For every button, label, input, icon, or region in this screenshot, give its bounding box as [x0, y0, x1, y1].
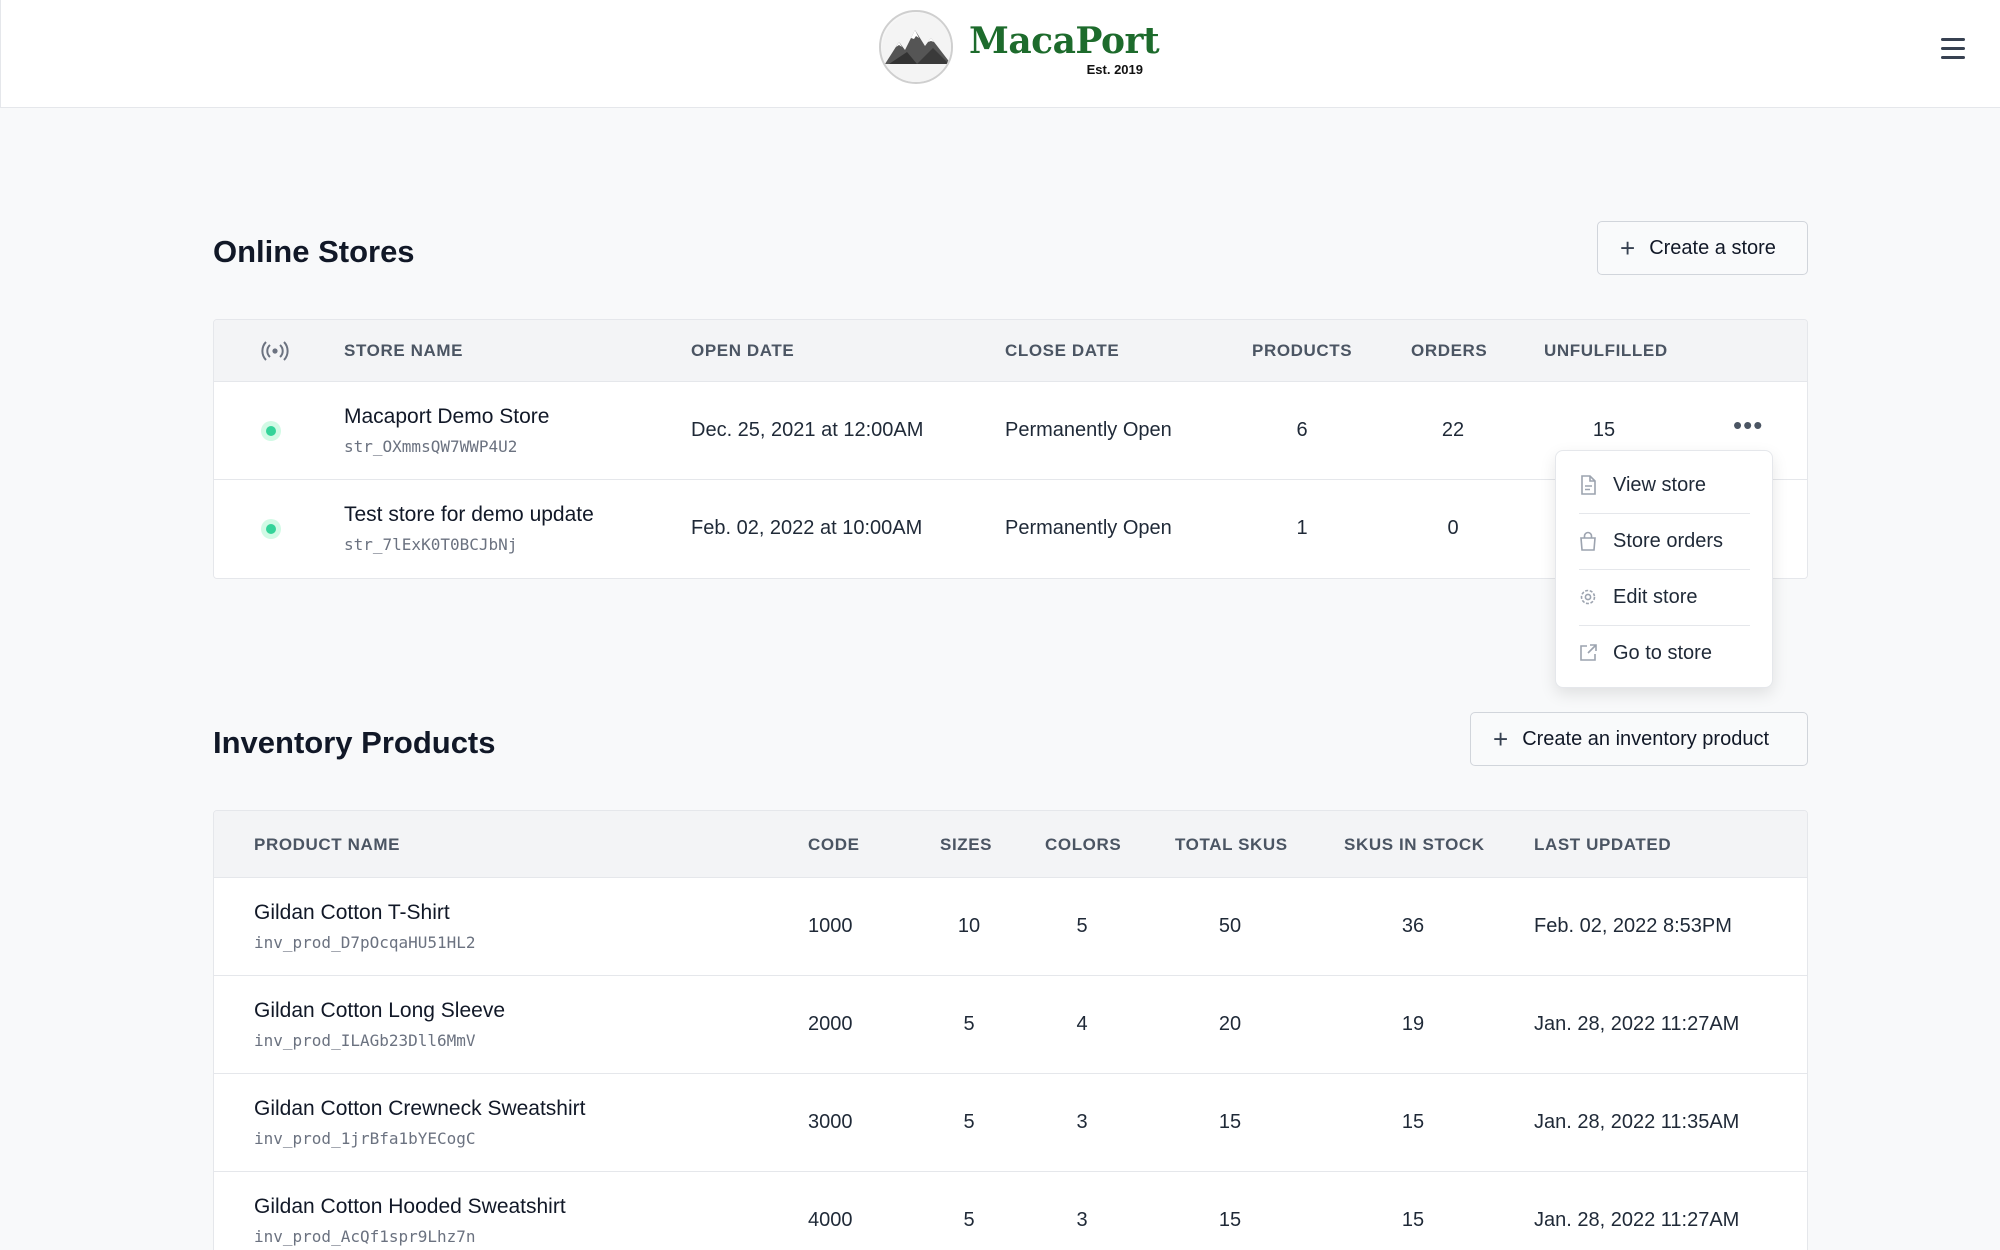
- col-sizes[interactable]: SIZES: [940, 811, 992, 878]
- product-code: 3000: [808, 1111, 853, 1133]
- edit-store-label: Edit store: [1613, 585, 1698, 608]
- products-count: 6: [1296, 419, 1308, 441]
- product-id: inv_prod_1jrBfa1bYECogC: [254, 1129, 476, 1148]
- col-code[interactable]: CODE: [808, 811, 860, 878]
- skus-in-stock-count: 15: [1401, 1111, 1425, 1133]
- hamburger-menu-icon[interactable]: [1941, 38, 1973, 64]
- product-id: inv_prod_ILAGb23Dll6MmV: [254, 1031, 476, 1050]
- gear-icon: [1580, 589, 1596, 605]
- table-row[interactable]: Gildan Cotton T-Shirt inv_prod_D7pOcqaHU…: [214, 878, 1807, 976]
- col-store-name[interactable]: STORE NAME: [344, 320, 463, 382]
- skus-in-stock-count: 19: [1401, 1013, 1425, 1035]
- table-row[interactable]: Gildan Cotton Crewneck Sweatshirt inv_pr…: [214, 1074, 1807, 1172]
- inventory-products-table: PRODUCT NAME CODE SIZES COLORS TOTAL SKU…: [213, 810, 1808, 1250]
- open-date: Feb. 02, 2022 at 10:00AM: [691, 517, 923, 539]
- total-skus-count: 50: [1218, 915, 1242, 937]
- plus-icon: +: [1493, 724, 1509, 754]
- last-updated: Jan. 28, 2022 11:35AM: [1534, 1111, 1740, 1133]
- total-skus-count: 15: [1218, 1111, 1242, 1133]
- more-options-icon[interactable]: •••: [1733, 412, 1763, 438]
- sizes-count: 5: [963, 1013, 975, 1035]
- macaport-logo[interactable]: MacaPort Est. 2019: [879, 10, 1160, 84]
- col-total-skus[interactable]: TOTAL SKUS: [1175, 811, 1288, 878]
- colors-count: 5: [1076, 915, 1088, 937]
- table-header: STORE NAME OPEN DATE CLOSE DATE PRODUCTS…: [214, 320, 1807, 382]
- colors-count: 4: [1076, 1013, 1088, 1035]
- shopping-bag-icon: [1580, 531, 1596, 551]
- store-name[interactable]: Macaport Demo Store: [344, 405, 549, 429]
- products-count: 1: [1296, 517, 1308, 539]
- brand-established: Est. 2019: [1086, 62, 1143, 77]
- colors-count: 3: [1076, 1111, 1088, 1133]
- product-name[interactable]: Gildan Cotton Crewneck Sweatshirt: [254, 1097, 585, 1121]
- create-inventory-product-label: Create an inventory product: [1522, 727, 1769, 750]
- brand-name: MacaPort: [969, 20, 1160, 62]
- top-navbar: MacaPort Est. 2019: [0, 0, 2000, 108]
- last-updated: Jan. 28, 2022 11:27AM: [1534, 1013, 1740, 1035]
- open-date: Dec. 25, 2021 at 12:00AM: [691, 419, 924, 441]
- store-name[interactable]: Test store for demo update: [344, 503, 594, 527]
- col-last-updated[interactable]: LAST UPDATED: [1534, 811, 1671, 878]
- orders-count: 0: [1447, 517, 1459, 539]
- document-icon: [1581, 475, 1596, 495]
- total-skus-count: 20: [1218, 1013, 1242, 1035]
- sizes-count: 5: [963, 1111, 975, 1133]
- view-store-label: View store: [1613, 473, 1707, 496]
- table-row[interactable]: Gildan Cotton Long Sleeve inv_prod_ILAGb…: [214, 976, 1807, 1074]
- sizes-count: 5: [963, 1209, 975, 1231]
- colors-count: 3: [1076, 1209, 1088, 1231]
- online-stores-title: Online Stores: [213, 234, 415, 269]
- col-product-name[interactable]: PRODUCT NAME: [254, 811, 400, 878]
- status-active-icon: [261, 519, 281, 539]
- col-open-date[interactable]: OPEN DATE: [691, 320, 794, 382]
- store-orders-menu-item[interactable]: Store orders: [1556, 513, 1772, 569]
- sizes-count: 10: [957, 915, 981, 937]
- status-active-icon: [261, 421, 281, 441]
- close-date: Permanently Open: [1005, 517, 1172, 539]
- store-id: str_OXmmsQW7WWP4U2: [344, 437, 518, 456]
- col-colors[interactable]: COLORS: [1045, 811, 1121, 878]
- external-link-icon: [1580, 644, 1597, 661]
- product-code: 4000: [808, 1209, 853, 1231]
- store-orders-label: Store orders: [1613, 529, 1724, 552]
- table-header: PRODUCT NAME CODE SIZES COLORS TOTAL SKU…: [214, 811, 1807, 878]
- store-id: str_7lExK0T0BCJbNj: [344, 535, 518, 554]
- total-skus-count: 15: [1218, 1209, 1242, 1231]
- last-updated: Feb. 02, 2022 8:53PM: [1534, 915, 1732, 937]
- product-name[interactable]: Gildan Cotton Hooded Sweatshirt: [254, 1195, 566, 1219]
- logo-text: MacaPort Est. 2019: [969, 10, 1160, 84]
- inventory-products-title: Inventory Products: [213, 725, 496, 760]
- plus-icon: +: [1620, 233, 1636, 263]
- last-updated: Jan. 28, 2022 11:27AM: [1534, 1209, 1740, 1231]
- col-close-date[interactable]: CLOSE DATE: [1005, 320, 1119, 382]
- create-store-button[interactable]: + Create a store: [1597, 221, 1808, 275]
- product-id: inv_prod_D7pOcqaHU51HL2: [254, 933, 476, 952]
- product-code: 1000: [808, 915, 853, 937]
- product-name[interactable]: Gildan Cotton T-Shirt: [254, 901, 450, 925]
- skus-in-stock-count: 15: [1401, 1209, 1425, 1231]
- go-to-store-label: Go to store: [1613, 641, 1712, 664]
- col-skus-in-stock[interactable]: SKUS IN STOCK: [1344, 811, 1485, 878]
- mountain-logo-icon: [879, 10, 953, 84]
- create-store-label: Create a store: [1649, 236, 1776, 259]
- close-date: Permanently Open: [1005, 419, 1172, 441]
- skus-in-stock-count: 36: [1401, 915, 1425, 937]
- col-orders[interactable]: ORDERS: [1411, 320, 1487, 382]
- product-code: 2000: [808, 1013, 853, 1035]
- go-to-store-menu-item[interactable]: Go to store: [1556, 625, 1772, 681]
- col-unfulfilled[interactable]: UNFULFILLED: [1544, 320, 1668, 382]
- product-id: inv_prod_AcQf1spr9Lhz7n: [254, 1227, 476, 1246]
- edit-store-menu-item[interactable]: Edit store: [1556, 569, 1772, 625]
- view-store-menu-item[interactable]: View store: [1556, 457, 1772, 513]
- create-inventory-product-button[interactable]: + Create an inventory product: [1470, 712, 1808, 766]
- table-row[interactable]: Gildan Cotton Hooded Sweatshirt inv_prod…: [214, 1172, 1807, 1250]
- store-actions-dropdown: View store Store orders Edit store Go to…: [1555, 450, 1773, 688]
- broadcast-icon: [261, 320, 289, 382]
- unfulfilled-count: 15: [1592, 419, 1616, 441]
- col-products[interactable]: PRODUCTS: [1252, 320, 1352, 382]
- product-name[interactable]: Gildan Cotton Long Sleeve: [254, 999, 505, 1023]
- orders-count: 22: [1441, 419, 1465, 441]
